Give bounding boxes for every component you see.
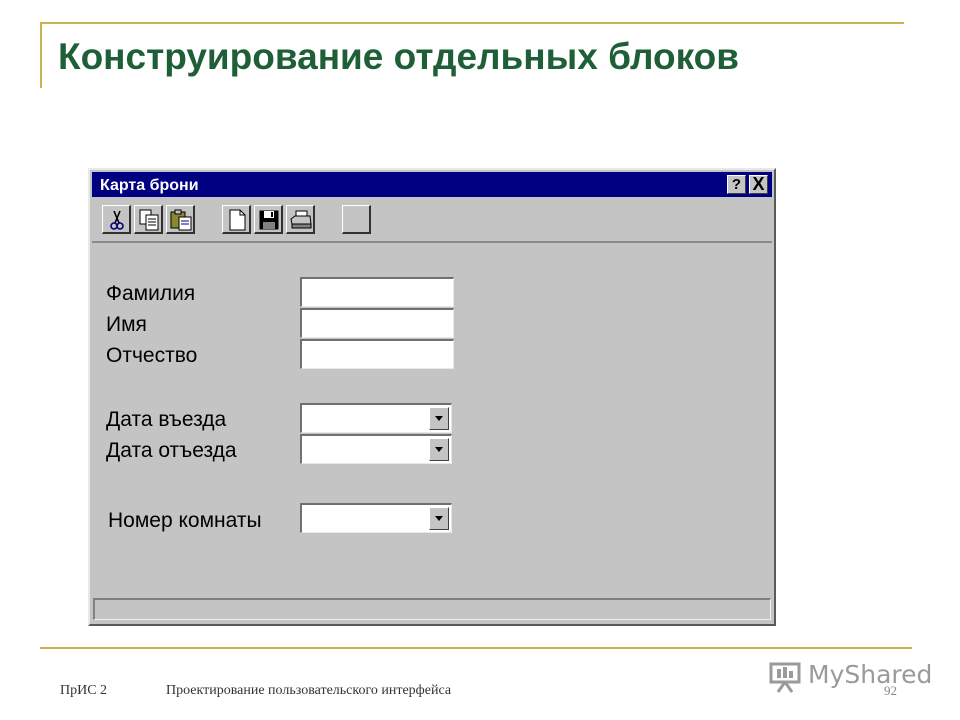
new-document-button[interactable] <box>222 205 251 234</box>
chevron-down-icon[interactable] <box>429 507 449 530</box>
arrival-date-select[interactable] <box>300 403 452 433</box>
room-number-label: Номер комнаты <box>108 509 262 532</box>
printer-icon <box>290 210 312 229</box>
name-label: Имя <box>106 313 147 336</box>
dialog-title: Карта брони <box>100 177 199 194</box>
new-document-icon <box>229 209 246 231</box>
chevron-down-icon[interactable] <box>429 407 449 430</box>
toolbar <box>92 199 772 243</box>
bottom-divider <box>40 647 912 649</box>
left-divider <box>40 22 42 88</box>
footer-topic: Проектирование пользовательского интерфе… <box>166 683 452 698</box>
status-bar <box>93 598 771 620</box>
top-divider <box>40 22 904 24</box>
blank-button[interactable] <box>342 205 371 234</box>
slide: Конструирование отдельных блоков Карта б… <box>0 0 960 720</box>
name-field[interactable] <box>300 308 454 338</box>
presentation-icon <box>769 662 801 693</box>
page-number: 92 <box>884 683 897 698</box>
floppy-disk-icon <box>259 210 279 230</box>
copy-button[interactable] <box>134 205 163 234</box>
print-button[interactable] <box>286 205 315 234</box>
room-number-select[interactable] <box>300 503 452 533</box>
save-button[interactable] <box>254 205 283 234</box>
watermark-logo: MyShared <box>768 660 932 696</box>
copy-icon <box>139 209 159 231</box>
scissors-icon <box>110 210 124 230</box>
watermark-text: MyShared <box>808 660 933 689</box>
paste-icon <box>170 209 192 231</box>
patronymic-label: Отчество <box>106 344 198 367</box>
departure-date-label: Дата отъезда <box>106 439 237 462</box>
slide-title: Конструирование отдельных блоков <box>58 36 740 77</box>
patronymic-field[interactable] <box>300 339 454 369</box>
surname-field[interactable] <box>300 277 454 307</box>
help-button[interactable]: ? <box>727 175 746 194</box>
paste-button[interactable] <box>166 205 195 234</box>
surname-label: Фамилия <box>106 282 196 305</box>
booking-card-dialog: Карта брони ? X Фамилия Имя Отчество Дат… <box>88 168 776 626</box>
cut-button[interactable] <box>102 205 131 234</box>
dialog-titlebar: Карта брони ? X <box>92 172 772 197</box>
departure-date-select[interactable] <box>300 434 452 464</box>
arrival-date-label: Дата въезда <box>106 408 227 431</box>
close-button[interactable]: X <box>749 175 768 194</box>
footer-course: ПрИС 2 <box>60 683 108 698</box>
chevron-down-icon[interactable] <box>429 438 449 461</box>
